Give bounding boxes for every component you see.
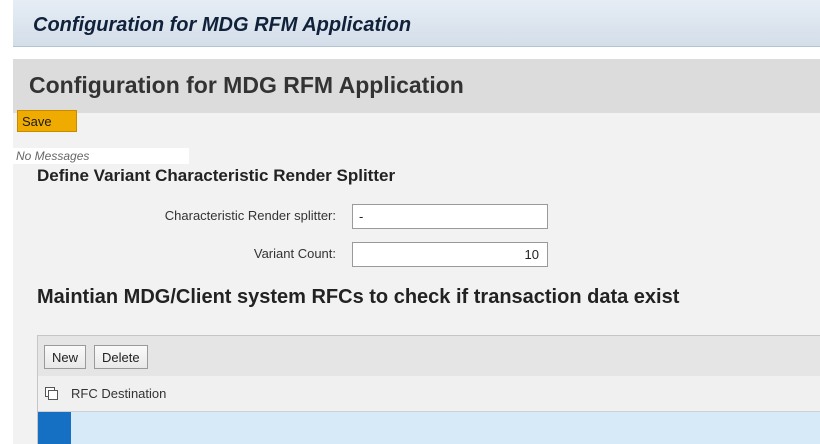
- section-title-render-splitter: Define Variant Characteristic Render Spl…: [37, 166, 396, 185]
- window-title: Configuration for MDG RFM Application: [33, 14, 412, 36]
- column-header-rfc-destination[interactable]: RFC Destination: [71, 386, 166, 401]
- window-title-bar: Configuration for MDG RFM Application: [13, 0, 820, 47]
- table-toolbar: New Delete: [38, 335, 820, 377]
- row-selector[interactable]: [38, 412, 71, 444]
- page-title: Configuration for MDG RFM Application: [29, 72, 464, 98]
- render-splitter-label: Characteristic Render splitter:: [164, 208, 336, 223]
- message-area: No Messages: [13, 148, 189, 164]
- delete-button[interactable]: Delete: [94, 345, 148, 369]
- section-title-rfc: Maintian MDG/Client system RFCs to check…: [37, 286, 680, 308]
- new-button[interactable]: New: [44, 345, 87, 369]
- application-area: Configuration for MDG RFM Application Sa…: [13, 59, 820, 444]
- table-row[interactable]: [38, 412, 820, 444]
- save-button[interactable]: Save: [17, 110, 77, 132]
- app-header: Configuration for MDG RFM Application: [13, 59, 820, 113]
- render-splitter-input[interactable]: [352, 204, 548, 229]
- left-gutter: [0, 0, 13, 444]
- rfc-table: New Delete RFC Destination: [37, 335, 820, 444]
- variant-count-input[interactable]: [352, 242, 548, 267]
- table-header: RFC Destination: [38, 376, 820, 412]
- select-all-icon[interactable]: [45, 387, 58, 400]
- rfc-destination-cell[interactable]: [71, 412, 820, 444]
- variant-count-label: Variant Count:: [253, 246, 336, 261]
